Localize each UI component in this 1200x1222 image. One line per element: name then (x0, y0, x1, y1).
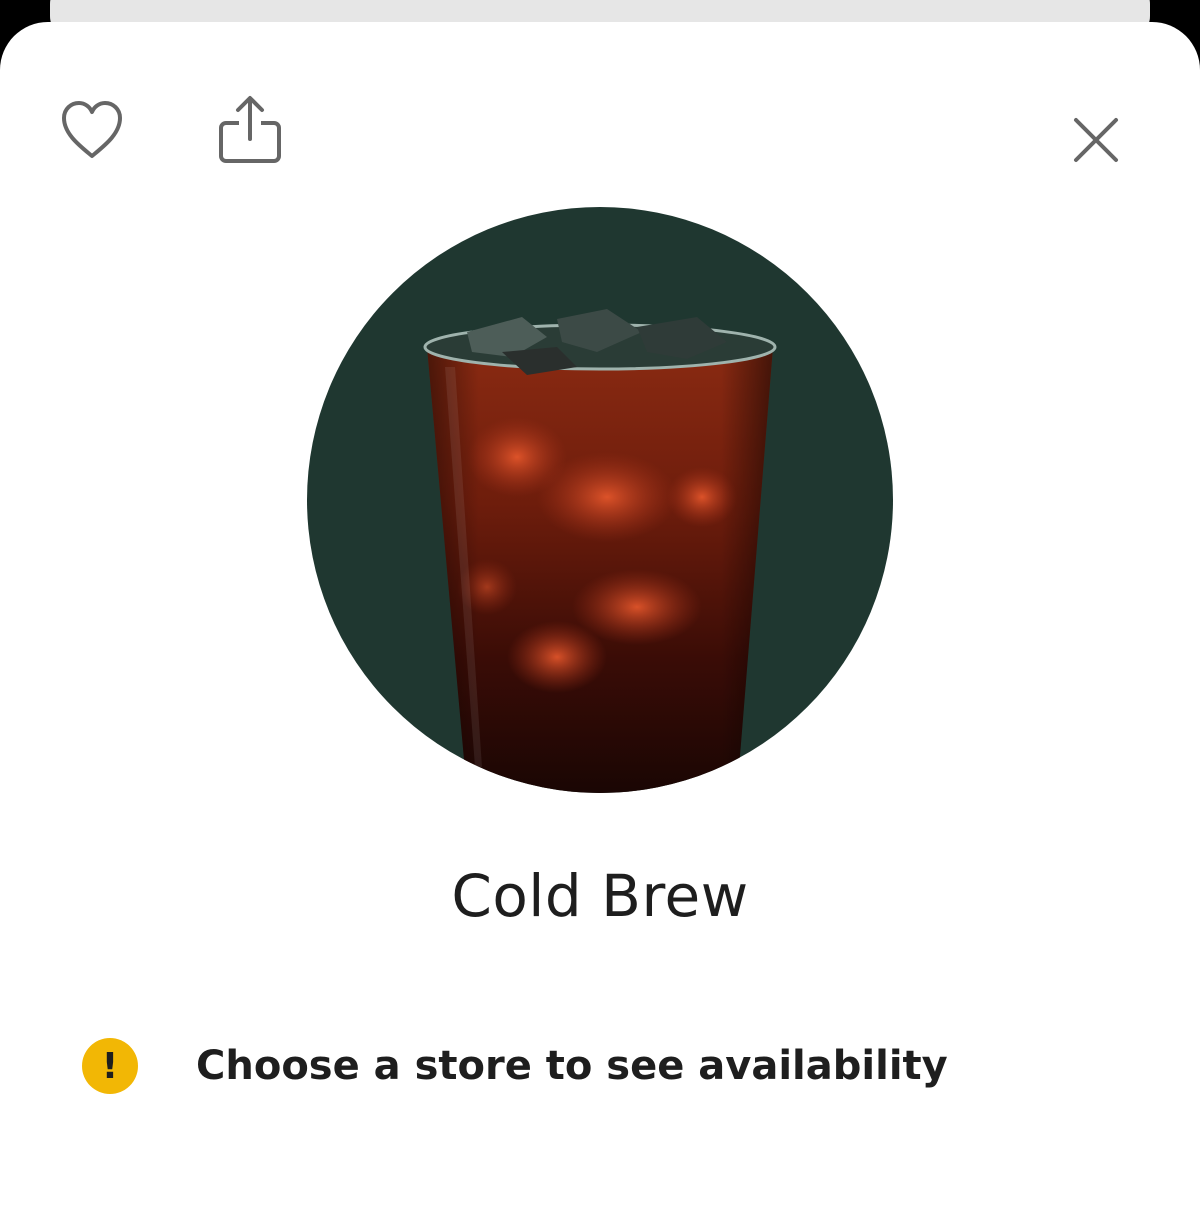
share-icon (219, 96, 281, 163)
product-sheet: Cold Brew ! Choose a store to see availa… (0, 22, 1200, 1222)
availability-text[interactable]: Choose a store to see availability (196, 1043, 948, 1089)
share-button[interactable] (210, 84, 290, 176)
product-image (307, 207, 893, 793)
iced-coffee-glass-illustration (307, 207, 893, 793)
heart-outline-icon (62, 101, 122, 158)
favorite-button[interactable] (52, 90, 132, 170)
close-icon (1074, 118, 1118, 162)
availability-notice[interactable]: ! Choose a store to see availability (82, 1038, 948, 1094)
close-button[interactable] (1058, 102, 1134, 178)
product-title: Cold Brew (451, 862, 749, 930)
exclamation-icon: ! (82, 1038, 138, 1094)
